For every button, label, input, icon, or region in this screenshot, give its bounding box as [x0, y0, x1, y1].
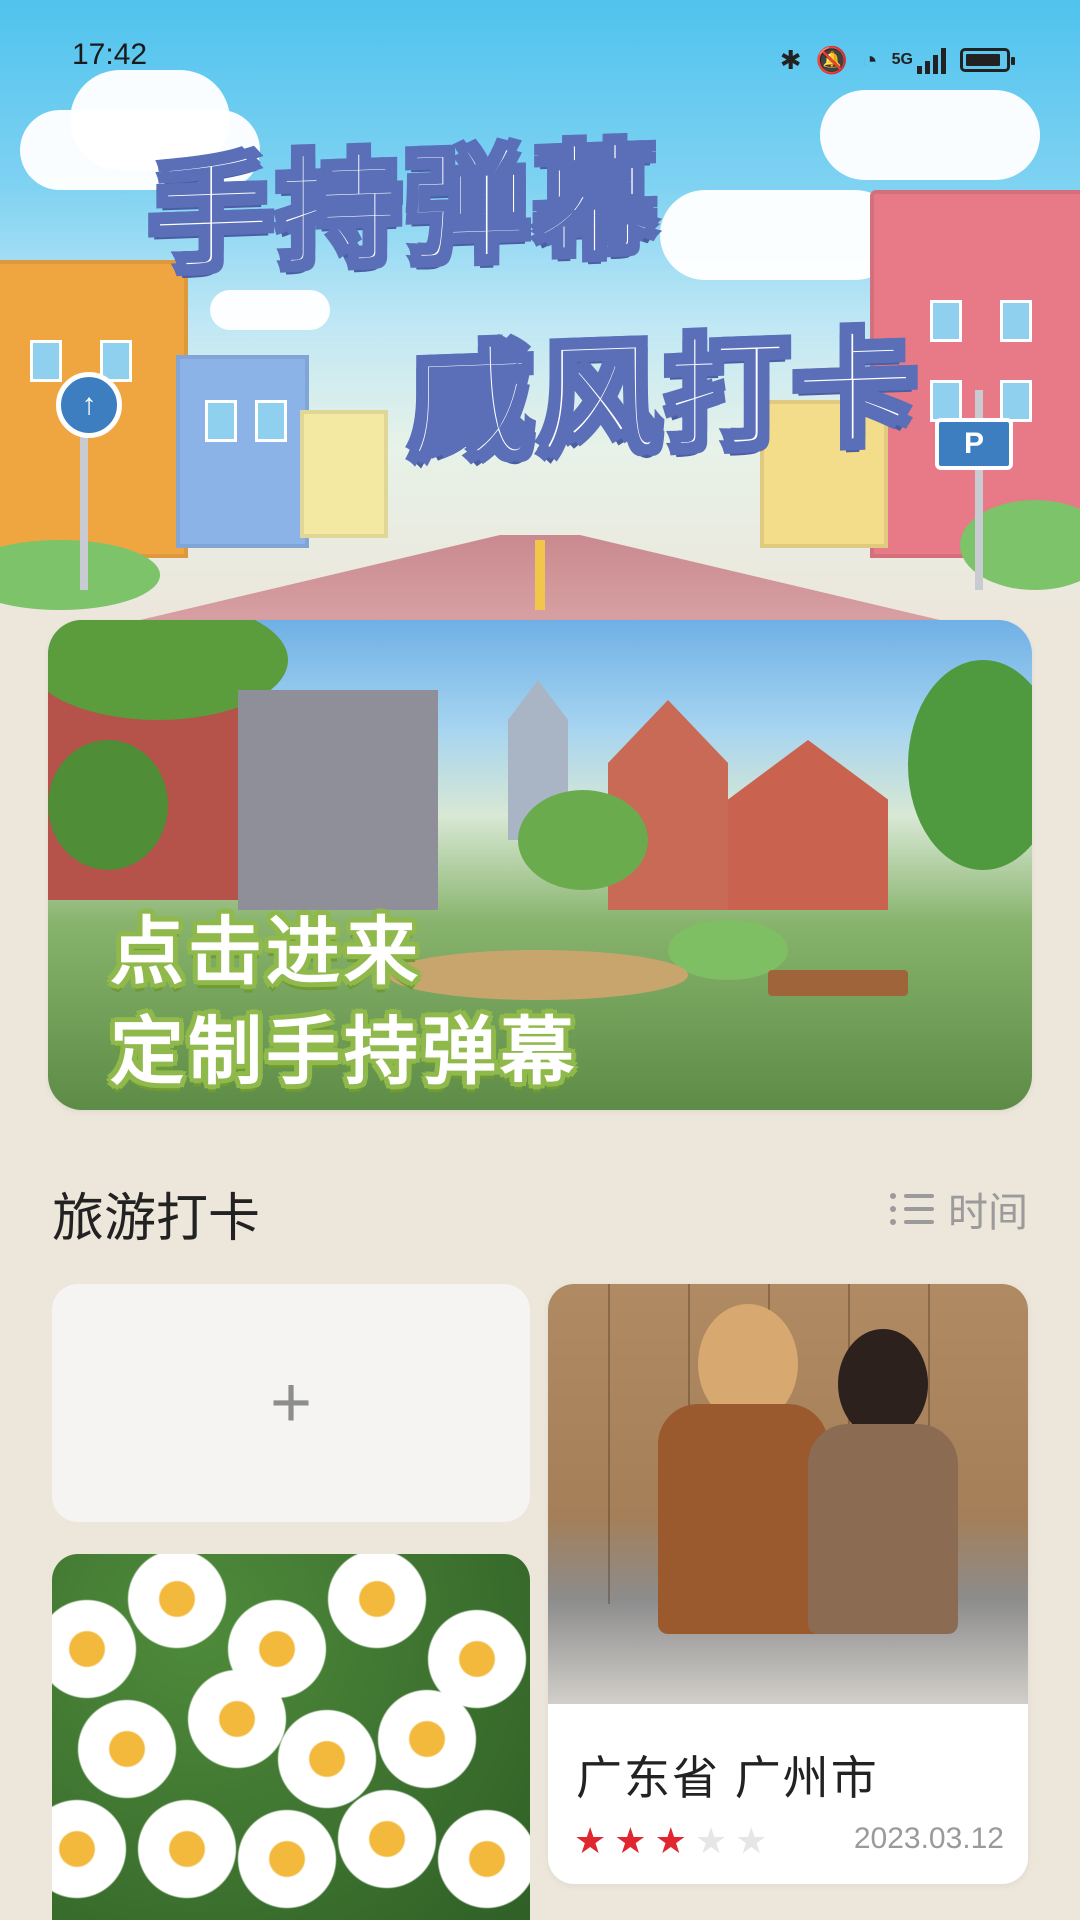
sort-label: 时间 — [948, 1191, 1028, 1235]
daisy — [72, 1694, 182, 1804]
person — [838, 1329, 928, 1439]
tree — [908, 660, 1032, 870]
wood-plank — [608, 1284, 610, 1604]
battery-icon — [960, 48, 1015, 72]
battery-level — [966, 54, 1000, 66]
network-type: 5G — [891, 51, 913, 68]
bluetooth-icon: ✱ — [779, 45, 802, 75]
house-grey — [238, 690, 438, 910]
cloud — [660, 190, 900, 280]
daisy — [52, 1794, 132, 1904]
cloud — [820, 90, 1040, 180]
checkin-date: 2023.03.12 — [853, 1822, 1004, 1855]
tree — [518, 790, 648, 890]
daisy — [132, 1794, 242, 1904]
hall — [728, 740, 888, 910]
daisy — [332, 1784, 442, 1894]
customize-banner[interactable]: 点击进来 定制手持弹幕 — [48, 620, 1032, 1110]
daisy — [322, 1554, 432, 1654]
hero-banner: ↑ P 手持弹幕 威风打卡 — [0, 0, 1080, 620]
person — [658, 1404, 828, 1634]
window — [1000, 380, 1032, 422]
daisy — [372, 1684, 482, 1794]
section-title: 旅游打卡 — [52, 1190, 261, 1248]
star-filled-icon: ★ — [574, 1820, 607, 1861]
signal-icon — [917, 46, 946, 74]
window — [930, 380, 962, 422]
window — [255, 400, 287, 442]
star-empty-icon: ★ — [694, 1820, 728, 1861]
checkin-location: 广东省 广州市 — [576, 1752, 879, 1804]
mute-icon: 🔕 — [815, 45, 848, 75]
window — [30, 340, 62, 382]
window — [205, 400, 237, 442]
rating-stars: ★ ★ ★ ★ ★ — [574, 1820, 767, 1862]
star-filled-icon: ★ — [654, 1820, 687, 1861]
building-yellow — [300, 410, 388, 538]
bench — [768, 970, 908, 996]
person — [808, 1424, 958, 1634]
window — [930, 300, 962, 342]
status-bar: 17:42 ✱ 🔕 ◔ 5G — [0, 38, 1080, 82]
checkin-photo — [548, 1284, 1028, 1704]
checkin-card[interactable]: 广东省 广州市 ★ ★ ★ ★ ★ 2023.03.12 — [548, 1284, 1028, 1884]
sort-by-time-button[interactable]: 时间 — [890, 1180, 1028, 1238]
daisy — [232, 1804, 342, 1914]
status-time: 17:42 — [72, 38, 148, 71]
list-sort-icon — [890, 1189, 934, 1229]
daisy — [432, 1804, 530, 1914]
road-line — [535, 540, 545, 610]
window — [1000, 300, 1032, 342]
parking-sign-icon: P — [935, 418, 1013, 470]
star-empty-icon: ★ — [735, 1820, 768, 1861]
traffic-sign-icon: ↑ — [56, 372, 122, 438]
plus-icon: + — [269, 1363, 313, 1443]
banner-text-line1: 点击进来 — [110, 909, 422, 995]
ivy — [48, 740, 168, 870]
sign-post — [80, 420, 88, 590]
banner-text-line2: 定制手持弹幕 — [110, 1009, 578, 1095]
checkin-card-photo[interactable] — [52, 1554, 530, 1920]
wifi-icon: ◔ — [861, 45, 878, 75]
hero-title-line1: 手持弹幕 — [148, 127, 664, 291]
hero-title-line2: 威风打卡 — [408, 315, 924, 479]
daisy — [122, 1554, 232, 1654]
building-blue — [176, 355, 309, 548]
cloud — [210, 290, 330, 330]
star-filled-icon: ★ — [614, 1820, 647, 1861]
add-checkin-button[interactable]: + — [52, 1284, 530, 1522]
status-icons: ✱ 🔕 ◔ 5G — [779, 42, 1015, 78]
